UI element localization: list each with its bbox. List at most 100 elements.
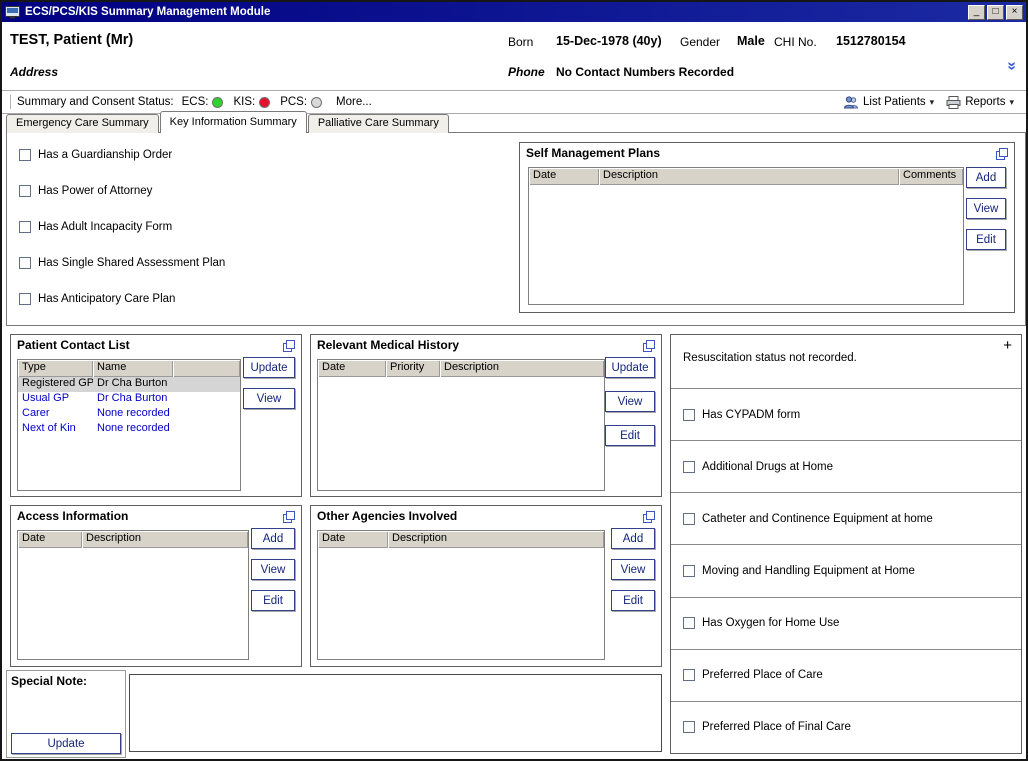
- flag-guardianship-order[interactable]: Has a Guardianship Order: [19, 137, 225, 173]
- printer-icon: [946, 96, 961, 109]
- chi-value: 1512780154: [836, 34, 906, 48]
- reports-button[interactable]: Reports ▾: [942, 95, 1018, 110]
- column-date[interactable]: Date: [318, 360, 386, 377]
- view-button[interactable]: View: [243, 388, 295, 409]
- update-button[interactable]: Update: [243, 357, 295, 378]
- column-date[interactable]: Date: [529, 168, 599, 185]
- medical-history-table[interactable]: Date Priority Description: [317, 359, 605, 491]
- column-description[interactable]: Description: [388, 531, 604, 548]
- add-button[interactable]: Add: [966, 167, 1006, 188]
- checkbox-label: Has CYPADM form: [702, 409, 800, 421]
- close-button[interactable]: ×: [1006, 5, 1023, 20]
- edit-button[interactable]: Edit: [605, 425, 655, 446]
- maximize-button[interactable]: □: [987, 5, 1004, 20]
- special-note-textarea[interactable]: [129, 674, 662, 752]
- checkbox[interactable]: [19, 257, 31, 269]
- checkbox[interactable]: [683, 565, 695, 577]
- checkbox[interactable]: [683, 461, 695, 473]
- born-label: Born: [508, 35, 533, 49]
- column-description[interactable]: Description: [599, 168, 899, 185]
- checkbox[interactable]: [19, 149, 31, 161]
- update-button[interactable]: Update: [11, 733, 121, 754]
- add-button[interactable]: Add: [611, 528, 655, 549]
- access-information-table[interactable]: Date Description: [17, 530, 249, 660]
- flag-cypadm-form[interactable]: Has CYPADM form: [671, 389, 1021, 441]
- kis-label: KIS:: [233, 96, 255, 108]
- column-comments[interactable]: Comments: [899, 168, 963, 185]
- view-button[interactable]: View: [611, 559, 655, 580]
- column-description[interactable]: Description: [440, 360, 604, 377]
- add-button[interactable]: Add: [251, 528, 295, 549]
- expand-icon[interactable]: [643, 340, 655, 352]
- resuscitation-status-text: Resuscitation status not recorded.: [683, 352, 857, 364]
- checkbox[interactable]: [683, 409, 695, 421]
- column-blank[interactable]: [173, 360, 240, 377]
- flag-preferred-place-of-care[interactable]: Preferred Place of Care: [671, 650, 1021, 702]
- self-management-plans-table[interactable]: Date Description Comments: [528, 167, 964, 305]
- expand-icon[interactable]: [996, 148, 1008, 160]
- column-name[interactable]: Name: [93, 360, 173, 377]
- patient-contact-table[interactable]: Type Name Registered GP Dr Cha Burton Us…: [17, 359, 241, 491]
- flag-preferred-place-final-care[interactable]: Preferred Place of Final Care: [671, 702, 1021, 753]
- status-toolbar: Summary and Consent Status: ECS: KIS: PC…: [2, 90, 1026, 114]
- checkbox[interactable]: [19, 185, 31, 197]
- view-button[interactable]: View: [251, 559, 295, 580]
- column-date[interactable]: Date: [318, 531, 388, 548]
- table-row[interactable]: Usual GP Dr Cha Burton: [18, 392, 240, 407]
- edit-button[interactable]: Edit: [251, 590, 295, 611]
- checkbox[interactable]: [19, 221, 31, 233]
- checkbox[interactable]: [683, 513, 695, 525]
- ecs-label: ECS:: [182, 96, 209, 108]
- checkbox-label: Has Oxygen for Home Use: [702, 617, 839, 629]
- table-row[interactable]: Registered GP Dr Cha Burton: [18, 377, 240, 392]
- checkbox[interactable]: [683, 617, 695, 629]
- tab-palliative-care-summary[interactable]: Palliative Care Summary: [308, 114, 449, 133]
- group-title: Self Management Plans: [526, 146, 660, 160]
- flag-single-shared-assessment[interactable]: Has Single Shared Assessment Plan: [19, 245, 225, 281]
- title-bar[interactable]: ECS/PCS/KIS Summary Management Module _ …: [2, 2, 1026, 22]
- view-button[interactable]: View: [605, 391, 655, 412]
- other-agencies-table[interactable]: Date Description: [317, 530, 605, 660]
- flag-catheter-continence[interactable]: Catheter and Continence Equipment at hom…: [671, 493, 1021, 545]
- update-button[interactable]: Update: [605, 357, 655, 378]
- table-row[interactable]: Next of Kin None recorded: [18, 422, 240, 437]
- column-date[interactable]: Date: [18, 531, 82, 548]
- expand-plus-icon[interactable]: +: [1003, 337, 1012, 354]
- flag-anticipatory-care-plan[interactable]: Has Anticipatory Care Plan: [19, 281, 225, 317]
- column-description[interactable]: Description: [82, 531, 248, 548]
- flag-adult-incapacity-form[interactable]: Has Adult Incapacity Form: [19, 209, 225, 245]
- chevron-double-down-icon[interactable]: »: [1005, 62, 1019, 71]
- checkbox[interactable]: [683, 721, 695, 733]
- checkbox-label: Additional Drugs at Home: [702, 461, 833, 473]
- checkbox-label: Preferred Place of Final Care: [702, 721, 851, 733]
- column-type[interactable]: Type: [18, 360, 93, 377]
- more-link[interactable]: More...: [336, 96, 372, 108]
- list-patients-caret-icon[interactable]: ▾: [930, 97, 935, 108]
- table-header: Date Description: [318, 531, 604, 548]
- expand-icon[interactable]: [643, 511, 655, 523]
- flag-moving-handling[interactable]: Moving and Handling Equipment at Home: [671, 545, 1021, 597]
- view-button[interactable]: View: [966, 198, 1006, 219]
- born-value: 15-Dec-1978 (40y): [556, 34, 662, 48]
- flag-additional-drugs[interactable]: Additional Drugs at Home: [671, 441, 1021, 493]
- tab-emergency-care-summary[interactable]: Emergency Care Summary: [6, 114, 159, 133]
- reports-caret-icon[interactable]: ▾: [1009, 97, 1014, 108]
- expand-icon[interactable]: [283, 511, 295, 523]
- kis-status-dot: [259, 97, 270, 108]
- minimize-button[interactable]: _: [968, 5, 985, 20]
- tab-key-information-summary[interactable]: Key Information Summary: [160, 111, 307, 133]
- list-patients-button[interactable]: List Patients ▾: [840, 95, 938, 110]
- checkbox[interactable]: [19, 293, 31, 305]
- column-priority[interactable]: Priority: [386, 360, 440, 377]
- edit-button[interactable]: Edit: [611, 590, 655, 611]
- expand-icon[interactable]: [283, 340, 295, 352]
- checkbox[interactable]: [683, 669, 695, 681]
- table-row[interactable]: Carer None recorded: [18, 407, 240, 422]
- flag-power-of-attorney[interactable]: Has Power of Attorney: [19, 173, 225, 209]
- pcs-status-dot: [311, 97, 322, 108]
- reports-label: Reports: [965, 96, 1005, 108]
- checkbox-label: Catheter and Continence Equipment at hom…: [702, 513, 933, 525]
- app-window: ECS/PCS/KIS Summary Management Module _ …: [0, 0, 1028, 761]
- flag-oxygen-home-use[interactable]: Has Oxygen for Home Use: [671, 598, 1021, 650]
- edit-button[interactable]: Edit: [966, 229, 1006, 250]
